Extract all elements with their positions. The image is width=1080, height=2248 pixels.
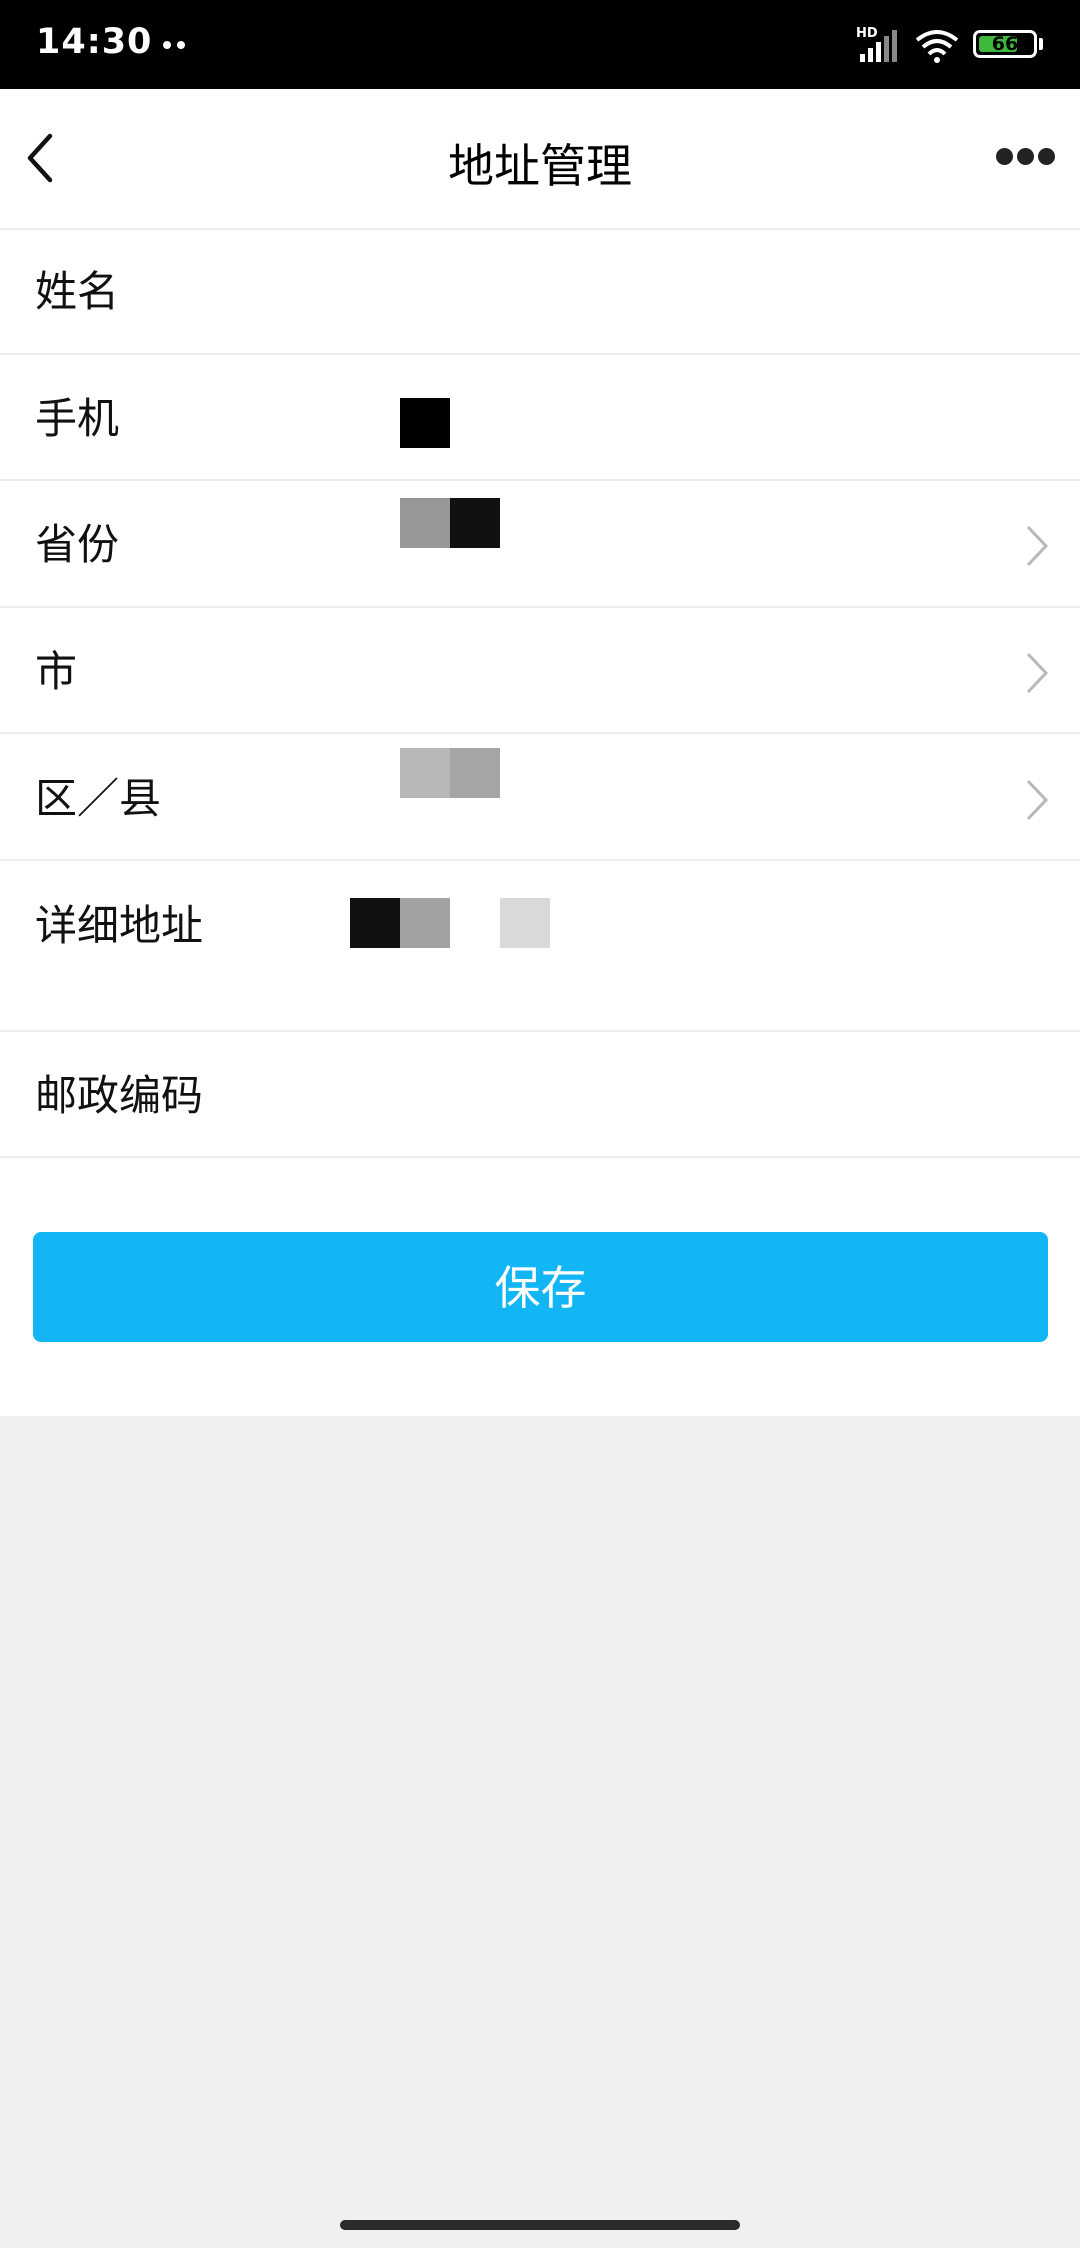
divider (0, 732, 1080, 734)
form-surface (0, 89, 1080, 1416)
divider (0, 353, 1080, 355)
field-label-postcode: 邮政编码 (35, 1071, 204, 1120)
divider (0, 1156, 1080, 1158)
notification-dots-icon (163, 41, 185, 49)
home-indicator[interactable] (340, 2220, 740, 2230)
chevron-right-icon[interactable] (1024, 777, 1050, 823)
redacted-block (400, 398, 450, 448)
battery-level: 66 (991, 33, 1019, 55)
battery-cap (1039, 38, 1043, 50)
field-label-province: 省份 (35, 520, 120, 569)
redacted-block (400, 898, 450, 948)
divider (0, 859, 1080, 861)
status-time: 14:30 (36, 22, 153, 62)
redacted-block (450, 748, 500, 798)
divider (0, 228, 1080, 230)
field-label-district: 区／县 (35, 774, 162, 823)
divider (0, 1030, 1080, 1032)
more-dots-icon[interactable] (996, 148, 1055, 168)
redacted-block (450, 498, 500, 548)
divider (0, 606, 1080, 608)
save-button[interactable]: 保存 (33, 1232, 1048, 1342)
chevron-right-icon[interactable] (1024, 650, 1050, 696)
page-title: 地址管理 (448, 139, 632, 193)
field-label-city: 市 (35, 647, 78, 696)
status-bar: 14:30 HD 66 (0, 0, 1080, 89)
battery-icon: 66 (973, 30, 1037, 58)
wifi-icon (915, 30, 959, 63)
redacted-block (400, 498, 450, 548)
chevron-right-icon[interactable] (1024, 523, 1050, 569)
redacted-block (400, 748, 450, 798)
field-label-address: 详细地址 (35, 901, 204, 950)
redacted-block (350, 898, 400, 948)
signal-icon (860, 30, 897, 62)
divider (0, 479, 1080, 481)
field-label-name: 姓名 (35, 267, 120, 316)
redacted-block (500, 898, 550, 948)
field-label-phone: 手机 (35, 394, 120, 443)
